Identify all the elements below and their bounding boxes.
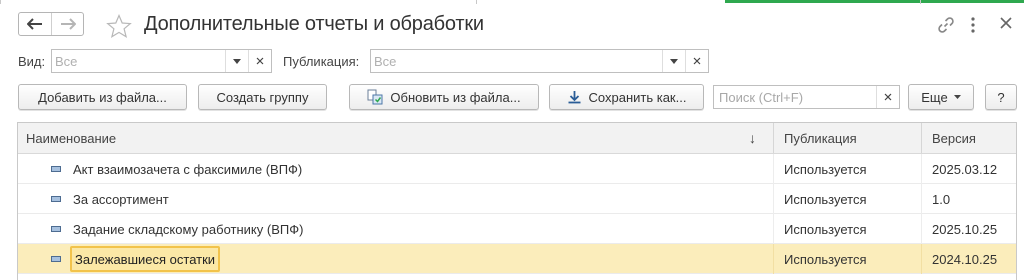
search-field[interactable]: Поиск (Ctrl+F) <box>713 85 900 109</box>
view-filter-value[interactable]: Все <box>52 50 225 72</box>
create-group-button[interactable]: Создать группу <box>198 84 327 110</box>
row-name: За ассортимент <box>73 192 169 207</box>
table-row[interactable]: За ассортимент Используется 1.0 <box>18 184 1016 214</box>
publication-filter-dropdown-button[interactable] <box>662 50 685 72</box>
row-name: Залежавшиеся остатки <box>75 252 216 267</box>
chevron-down-icon <box>670 58 678 64</box>
form-title: Дополнительные отчеты и обработки <box>144 13 484 35</box>
search-clear-button[interactable] <box>876 86 899 108</box>
search-input[interactable]: Поиск (Ctrl+F) <box>714 86 876 108</box>
row-publication: Используется <box>773 214 921 244</box>
back-button[interactable] <box>19 13 51 35</box>
close-icon[interactable] <box>999 16 1013 30</box>
row-name: Акт взаимозачета с факсимиле (ВПФ) <box>73 162 303 177</box>
publication-filter-field[interactable]: Все <box>370 49 709 73</box>
arrow-right-icon <box>60 18 76 30</box>
update-from-file-icon <box>367 89 383 105</box>
update-from-file-button[interactable]: Обновить из файла... <box>349 84 539 110</box>
arrow-left-icon <box>27 18 42 30</box>
focused-cell[interactable]: Залежавшиеся остатки <box>70 246 221 272</box>
link-icon[interactable] <box>937 16 955 34</box>
row-publication: Используется <box>773 244 921 274</box>
table-row[interactable]: Акт взаимозачета с факсимиле (ВПФ) Испол… <box>18 154 1016 184</box>
add-from-file-button[interactable]: Добавить из файла... <box>18 84 187 110</box>
more-button[interactable]: Еще <box>908 84 974 110</box>
column-header-version[interactable]: Версия <box>921 123 1016 153</box>
more-button-label: Еще <box>921 89 948 105</box>
column-header-publication[interactable]: Публикация <box>773 123 921 153</box>
row-version: 1.0 <box>921 184 1016 214</box>
clear-icon <box>256 57 264 65</box>
more-vertical-icon[interactable] <box>970 16 976 34</box>
view-filter-label: Вид: <box>18 54 46 69</box>
update-from-file-label: Обновить из файла... <box>390 89 521 105</box>
publication-filter-clear-button[interactable] <box>685 50 708 72</box>
chevron-down-icon <box>953 95 961 99</box>
row-publication: Используется <box>773 154 921 184</box>
command-bar: Добавить из файла... Создать группу Обно… <box>0 82 1024 112</box>
download-icon <box>567 90 582 105</box>
view-filter-dropdown-button[interactable] <box>225 50 248 72</box>
strip-separator <box>476 0 477 4</box>
clear-icon <box>693 57 701 65</box>
help-button[interactable]: ? <box>985 84 1017 110</box>
chevron-down-icon <box>233 58 241 64</box>
row-publication: Используется <box>773 184 921 214</box>
form-header: Дополнительные отчеты и обработки <box>0 6 1024 46</box>
active-window-indicator <box>725 0 1024 3</box>
row-version: 2024.10.25 <box>921 244 1016 274</box>
clear-icon <box>884 93 892 101</box>
row-name: Задание складскому работнику (ВПФ) <box>73 222 304 237</box>
processing-list-table: Наименование ↓ Публикация Версия Акт вза… <box>17 122 1017 280</box>
top-window-strip <box>0 0 1024 4</box>
strip-separator <box>920 0 921 4</box>
publication-filter-value[interactable]: Все <box>371 50 662 72</box>
forward-button[interactable] <box>51 13 83 35</box>
processing-item-icon <box>51 256 61 262</box>
view-filter-clear-button[interactable] <box>248 50 271 72</box>
row-version: 2025.10.25 <box>921 214 1016 244</box>
save-as-button[interactable]: Сохранить как... <box>549 84 704 110</box>
table-header: Наименование ↓ Публикация Версия <box>18 123 1016 154</box>
column-header-name[interactable]: Наименование <box>18 123 773 153</box>
navigation-group <box>18 12 84 36</box>
sort-descending-icon[interactable]: ↓ <box>749 130 756 146</box>
publication-filter-label: Публикация: <box>283 54 360 69</box>
row-version: 2025.03.12 <box>921 154 1016 184</box>
table-row-selected[interactable]: Залежавшиеся остатки Используется 2024.1… <box>18 244 1016 274</box>
strip-separator <box>0 0 1 4</box>
filter-bar: Вид: Все Публикация: Все <box>0 47 1024 75</box>
view-filter-field[interactable]: Все <box>51 49 272 73</box>
favorite-star-icon[interactable] <box>106 14 132 39</box>
table-row[interactable]: Задание складскому работнику (ВПФ) Испол… <box>18 214 1016 244</box>
save-as-label: Сохранить как... <box>588 89 687 105</box>
